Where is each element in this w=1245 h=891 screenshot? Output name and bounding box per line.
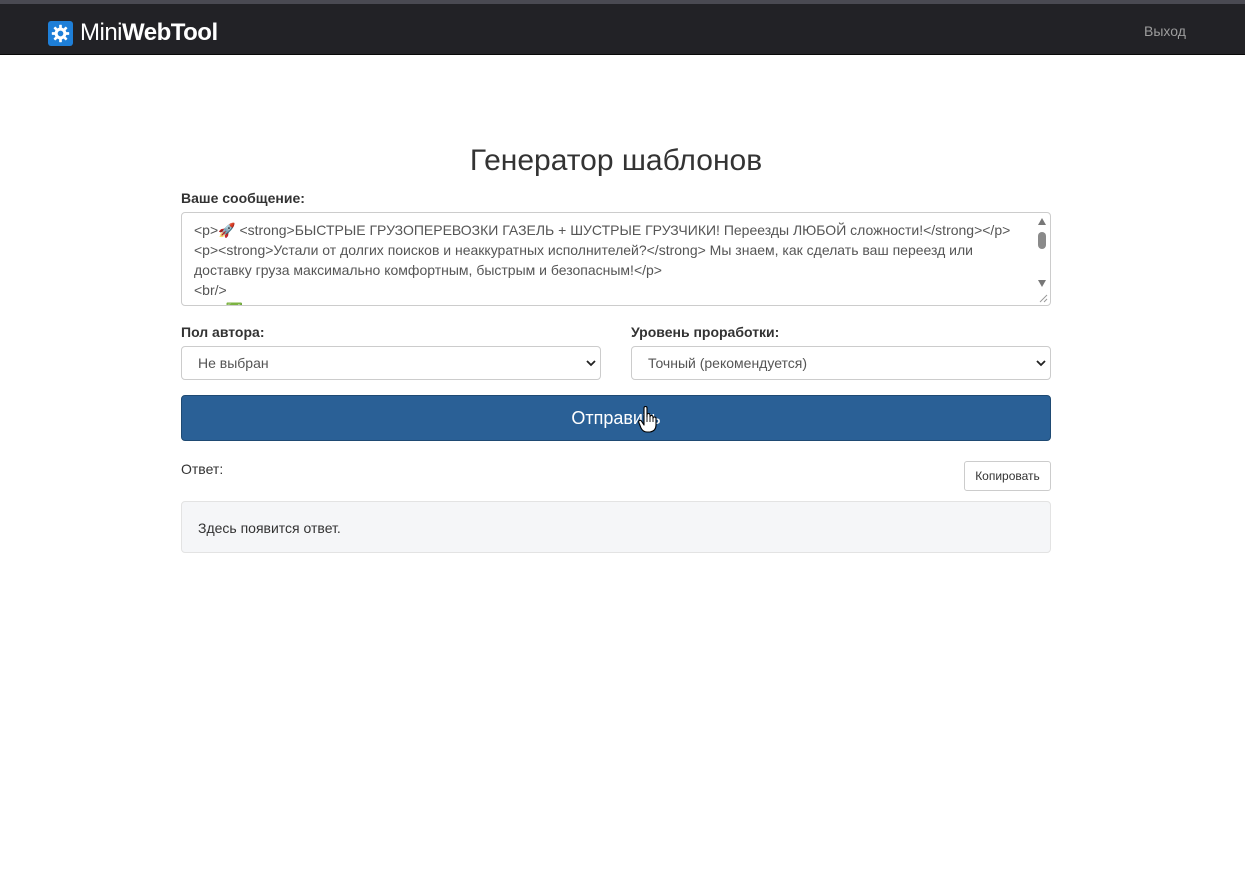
level-label: Уровень проработки:	[631, 324, 780, 340]
message-textarea-content[interactable]: <p>🚀 <strong>БЫСТРЫЕ ГРУЗОПЕРЕВОЗКИ ГАЗЕ…	[194, 220, 1030, 305]
submit-button[interactable]: Отправить	[181, 395, 1051, 441]
answer-placeholder: Здесь появится ответ.	[198, 520, 341, 536]
logout-link[interactable]: Выход	[1144, 21, 1186, 41]
level-select[interactable]: Точный (рекомендуется)	[631, 346, 1051, 380]
gender-select-value: Не выбран	[198, 355, 269, 371]
textarea-scrollbar[interactable]	[1035, 214, 1049, 304]
gear-icon	[48, 20, 73, 46]
page-title: Генератор шаблонов	[469, 144, 763, 177]
navbar: MiniWebTool Выход	[0, 4, 1245, 55]
brand-name: MiniWebTool	[80, 20, 218, 46]
level-select-value: Точный (рекомендуется)	[648, 355, 808, 371]
chevron-down-icon	[1036, 360, 1046, 367]
message-label: Ваше сообщение:	[181, 190, 305, 206]
copy-button[interactable]: Копировать	[964, 461, 1051, 491]
brand-name-webtool: WebTool	[122, 19, 218, 46]
scroll-down-arrow-icon[interactable]	[1038, 280, 1046, 287]
resize-grip-icon[interactable]	[1039, 294, 1048, 303]
brand-logo[interactable]: MiniWebTool	[48, 20, 218, 46]
scroll-up-arrow-icon[interactable]	[1038, 218, 1046, 225]
gender-label: Пол автора:	[181, 324, 265, 340]
scrollbar-thumb[interactable]	[1038, 232, 1046, 249]
answer-box: Здесь появится ответ.	[181, 501, 1051, 553]
gender-select[interactable]: Не выбран	[181, 346, 601, 380]
brand-name-mini: Mini	[80, 19, 123, 46]
chevron-down-icon	[586, 360, 596, 367]
message-textarea[interactable]: <p>🚀 <strong>БЫСТРЫЕ ГРУЗОПЕРЕВОЗКИ ГАЗЕ…	[181, 212, 1051, 306]
answer-label: Ответ:	[181, 461, 224, 477]
hand-cursor-icon	[638, 406, 657, 433]
